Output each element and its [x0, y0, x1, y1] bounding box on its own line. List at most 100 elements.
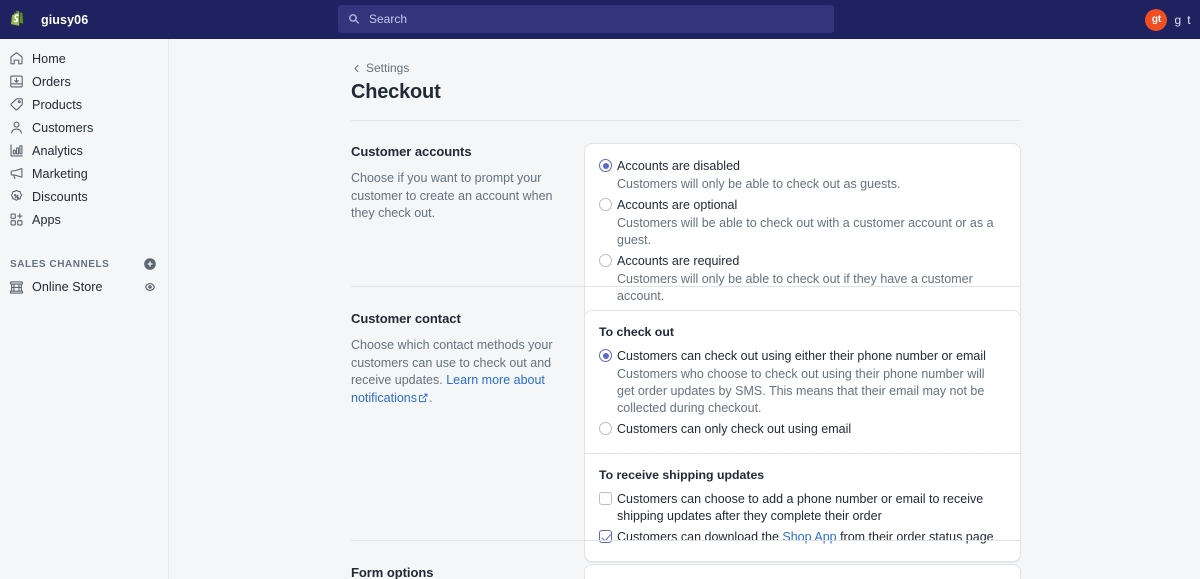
- sidebar-item-label: Analytics: [32, 143, 83, 158]
- radio-control[interactable]: [599, 348, 617, 417]
- store-name[interactable]: giusy06: [41, 13, 88, 27]
- section-description-block: Form options: [351, 565, 561, 579]
- shopify-bag-icon: [10, 10, 23, 26]
- radio-control[interactable]: [599, 253, 617, 305]
- section-description-suffix: .: [429, 390, 433, 405]
- section-description-block: Customer accounts Choose if you want to …: [351, 144, 561, 223]
- main-content: Settings Checkout Customer accounts Choo…: [169, 39, 1200, 579]
- customer-person-icon: [0, 119, 32, 136]
- external-link-icon: [419, 393, 428, 402]
- section-description: Choose which contact methods your custom…: [351, 337, 561, 407]
- radio-label: Accounts are required: [617, 254, 740, 268]
- discount-percent-icon: [0, 188, 32, 205]
- search-input[interactable]: Search: [338, 5, 834, 33]
- sidebar-item-label: Customers: [32, 120, 94, 135]
- checkbox-option-add-phone-or-email[interactable]: Customers can choose to add a phone numb…: [599, 491, 1005, 525]
- sidebar-item-apps[interactable]: Apps: [0, 208, 168, 231]
- sidebar-item-products[interactable]: Products: [0, 93, 168, 116]
- radio-help-text: Customers will only be able to check out…: [617, 177, 901, 191]
- storefront-icon: [0, 279, 32, 296]
- search-icon: [349, 14, 360, 24]
- header-divider: [351, 120, 1020, 121]
- sales-channels-header: SALES CHANNELS: [0, 253, 168, 275]
- section-title: Customer accounts: [351, 144, 472, 159]
- breadcrumb-label: Settings: [366, 61, 410, 75]
- to-check-out-group: To check out Customers can check out usi…: [585, 311, 1020, 453]
- sidebar-item-home[interactable]: Home: [0, 47, 168, 70]
- radio-label: Accounts are optional: [617, 198, 738, 212]
- sidebar-item-customers[interactable]: Customers: [0, 116, 168, 139]
- radio-help-text: Customers who choose to check out using …: [617, 367, 985, 415]
- radio-phone-or-email[interactable]: [599, 349, 612, 362]
- checkbox-label-suffix: from their order status page: [836, 530, 994, 544]
- sidebar-item-marketing[interactable]: Marketing: [0, 162, 168, 185]
- marketing-megaphone-icon: [0, 165, 32, 182]
- checkbox-label-prefix: Customers can download the: [617, 530, 783, 544]
- form-options-card: Full name: [584, 564, 1021, 579]
- checkbox-shop-app[interactable]: [599, 530, 612, 543]
- section-description-block: Customer contact Choose which contact me…: [351, 311, 561, 407]
- user-menu[interactable]: gt g t: [1145, 0, 1192, 39]
- home-icon: [0, 50, 32, 67]
- checkbox-option-shop-app[interactable]: Customers can download the Shop App from…: [599, 529, 1005, 546]
- sidebar: Home Orders Products Customers Analytics…: [0, 39, 169, 579]
- checkbox-label: Customers can download the Shop App from…: [617, 529, 1005, 546]
- sidebar-item-label: Home: [32, 51, 66, 66]
- section-divider-1: [351, 286, 1020, 287]
- radio-option-email-only[interactable]: Customers can only check out using email: [599, 421, 1005, 438]
- sidebar-item-label: Discounts: [32, 189, 88, 204]
- section-title: Form options: [351, 565, 434, 579]
- sales-channels-label: SALES CHANNELS: [10, 258, 110, 270]
- radio-help-text: Customers will be able to check out with…: [617, 216, 994, 247]
- checkbox-label: Customers can choose to add a phone numb…: [617, 492, 984, 523]
- group-title-to-check-out: To check out: [599, 325, 674, 339]
- analytics-bars-icon: [0, 142, 32, 159]
- sidebar-item-label: Apps: [32, 212, 61, 227]
- sidebar-item-orders[interactable]: Orders: [0, 70, 168, 93]
- customer-contact-card: To check out Customers can check out usi…: [584, 310, 1021, 562]
- section-title: Customer contact: [351, 311, 461, 326]
- sidebar-item-label: Marketing: [32, 166, 88, 181]
- radio-help-text: Customers will only be able to check out…: [617, 272, 973, 303]
- radio-email-only[interactable]: [599, 422, 612, 435]
- sidebar-item-label: Online Store: [32, 280, 103, 294]
- sidebar-item-label: Products: [32, 97, 83, 112]
- sidebar-item-discounts[interactable]: Discounts: [0, 185, 168, 208]
- plus-circle-icon[interactable]: [143, 257, 157, 271]
- radio-option-accounts-disabled[interactable]: Accounts are disabled Customers will onl…: [599, 158, 1005, 193]
- radio-option-phone-or-email[interactable]: Customers can check out using either the…: [599, 348, 1005, 417]
- radio-accounts-required[interactable]: [599, 254, 612, 267]
- radio-control[interactable]: [599, 421, 617, 438]
- radio-accounts-disabled[interactable]: [599, 159, 612, 172]
- shipping-updates-group: To receive shipping updates Customers ca…: [585, 454, 1020, 561]
- user-name: g t: [1174, 12, 1192, 27]
- avatar[interactable]: gt: [1145, 8, 1168, 31]
- search-placeholder: Search: [369, 12, 408, 26]
- chevron-left-icon: [354, 64, 359, 72]
- apps-plus-icon: [0, 211, 32, 228]
- shopify-logo[interactable]: [4, 0, 32, 39]
- radio-option-accounts-required[interactable]: Accounts are required Customers will onl…: [599, 253, 1005, 305]
- radio-label: Customers can only check out using email: [617, 422, 852, 436]
- radio-control[interactable]: [599, 197, 617, 249]
- group-title-shipping-updates: To receive shipping updates: [599, 468, 765, 482]
- radio-label: Customers can check out using either the…: [617, 349, 986, 363]
- radio-control[interactable]: [599, 158, 617, 193]
- sidebar-item-analytics[interactable]: Analytics: [0, 139, 168, 162]
- orders-inbox-icon: [0, 73, 32, 90]
- section-description: Choose if you want to prompt your custom…: [351, 171, 553, 220]
- page-title: Checkout: [351, 81, 441, 103]
- checkbox-control[interactable]: [599, 529, 617, 546]
- checkbox-control[interactable]: [599, 491, 617, 525]
- radio-accounts-optional[interactable]: [599, 198, 612, 211]
- breadcrumb[interactable]: Settings: [351, 61, 409, 75]
- sidebar-item-online-store[interactable]: Online Store: [0, 275, 168, 299]
- shop-app-link[interactable]: Shop App: [782, 530, 836, 544]
- view-eye-icon[interactable]: [143, 280, 157, 294]
- customer-accounts-card: Accounts are disabled Customers will onl…: [584, 143, 1021, 321]
- top-bar: giusy06 Search gt g t: [0, 0, 1200, 39]
- sidebar-item-label: Orders: [32, 74, 71, 89]
- radio-option-accounts-optional[interactable]: Accounts are optional Customers will be …: [599, 197, 1005, 249]
- radio-label: Accounts are disabled: [617, 159, 740, 173]
- checkbox-add-phone-or-email[interactable]: [599, 492, 612, 505]
